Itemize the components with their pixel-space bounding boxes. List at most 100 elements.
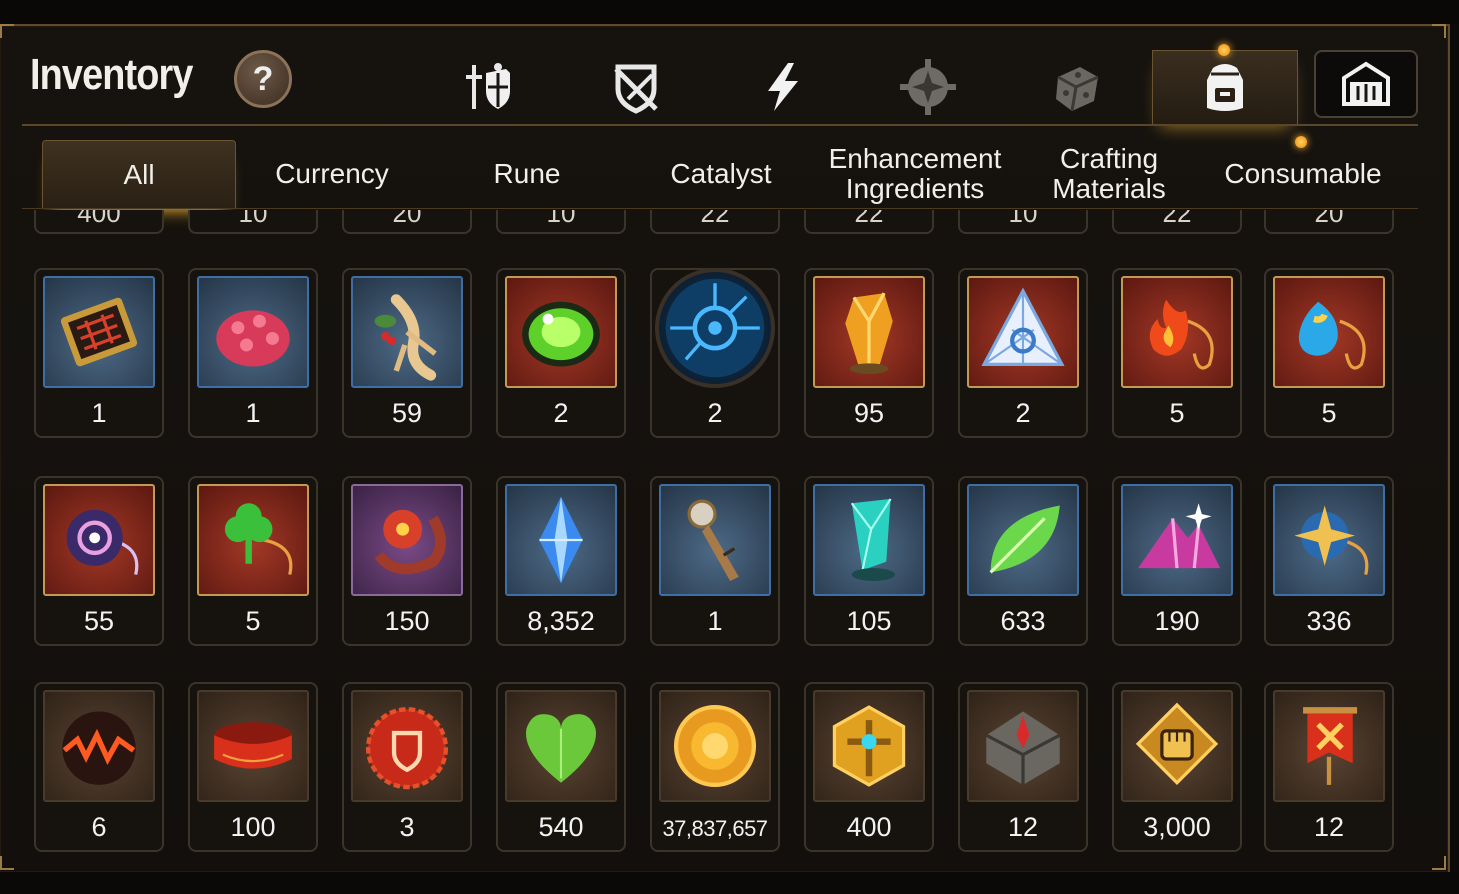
green-leaf-icon <box>967 484 1079 596</box>
subtab-all[interactable]: All <box>42 140 236 209</box>
item-count: 150 <box>384 606 430 636</box>
item-slot[interactable]: 2 <box>496 268 626 438</box>
flower-ring-icon <box>351 484 463 596</box>
panel-corner <box>0 24 14 38</box>
item-count: 95 <box>853 398 885 428</box>
green-heart-icon <box>505 690 617 802</box>
red-seal-icon <box>351 690 463 802</box>
help-button[interactable]: ? <box>234 50 292 108</box>
item-count: 2 <box>1015 398 1031 428</box>
item-count: 20 <box>1314 210 1344 228</box>
item-slot[interactable]: 1 <box>34 268 164 438</box>
triangle-gem-icon <box>967 276 1079 388</box>
item-slot[interactable]: 1 <box>188 268 318 438</box>
item-slot[interactable]: 55 <box>34 476 164 646</box>
item-slot[interactable]: 2 <box>958 268 1088 438</box>
crossed-shield-icon <box>614 64 658 114</box>
tab-emblem[interactable] <box>856 50 1000 124</box>
item-count: 2 <box>707 398 723 428</box>
backpack-icon <box>1207 64 1243 111</box>
item-slot[interactable]: 12 <box>1264 682 1394 852</box>
item-count: 3 <box>399 812 415 842</box>
item-count: 22 <box>854 210 884 228</box>
item-count: 12 <box>1007 812 1039 842</box>
subtab-label: Catalyst <box>670 158 772 189</box>
item-slot[interactable]: 2 <box>650 268 780 438</box>
item-slot[interactable]: 22 <box>1112 210 1242 234</box>
item-slot[interactable]: 3 <box>342 682 472 852</box>
item-slot[interactable]: 12 <box>958 682 1088 852</box>
item-slot[interactable]: 5 <box>188 476 318 646</box>
subtab-enhancement-ingredients[interactable]: Enhancement Ingredients <box>818 140 1012 208</box>
item-slot[interactable]: 10 <box>958 210 1088 234</box>
subtab-consumable[interactable]: Consumable <box>1206 140 1400 208</box>
item-slot[interactable]: 6 <box>34 682 164 852</box>
item-slot[interactable]: 8,352 <box>496 476 626 646</box>
item-slot[interactable]: 540 <box>496 682 626 852</box>
item-slot[interactable]: 59 <box>342 268 472 438</box>
red-bracelet-icon <box>197 690 309 802</box>
subtab-catalyst[interactable]: Catalyst <box>624 140 818 208</box>
item-count: 55 <box>83 606 115 636</box>
red-berry-icon <box>197 276 309 388</box>
item-count: 6 <box>91 812 107 842</box>
tab-castle[interactable] <box>1314 50 1418 118</box>
item-slot[interactable]: 5 <box>1112 268 1242 438</box>
green-orb-icon <box>505 276 617 388</box>
item-count: 12 <box>1313 812 1345 842</box>
tab-equipment[interactable] <box>418 50 562 124</box>
item-count: 540 <box>538 812 584 842</box>
item-slot[interactable]: 100 <box>188 682 318 852</box>
subtab-label: Crafting Materials <box>1052 143 1166 204</box>
subtab-rune[interactable]: Rune <box>430 140 624 208</box>
item-count: 5 <box>1321 398 1337 428</box>
subtab-currency[interactable]: Currency <box>236 140 428 208</box>
item-slot[interactable]: 633 <box>958 476 1088 646</box>
item-slot[interactable]: 190 <box>1112 476 1242 646</box>
item-grid[interactable]: 400 10 20 10 22 22 10 22 20 1 1 59 2 2 9… <box>22 210 1418 862</box>
tab-backpack[interactable] <box>1152 50 1298 125</box>
notification-dot <box>1218 44 1230 56</box>
item-slot[interactable]: 10 <box>188 210 318 234</box>
item-count: 400 <box>77 210 121 228</box>
item-slot[interactable]: 22 <box>804 210 934 234</box>
fist-badge-icon <box>1121 690 1233 802</box>
tab-defense[interactable] <box>564 50 708 124</box>
fire-orb-icon <box>43 690 155 802</box>
tab-dice[interactable] <box>1004 50 1148 124</box>
item-slot[interactable]: 37,837,657 <box>650 682 780 852</box>
item-slot[interactable]: 150 <box>342 476 472 646</box>
tab-skills[interactable] <box>710 50 854 124</box>
water-amulet-icon <box>1273 276 1385 388</box>
subtab-crafting-materials[interactable]: Crafting Materials <box>1014 140 1204 208</box>
item-slot[interactable]: 5 <box>1264 268 1394 438</box>
item-slot[interactable]: 105 <box>804 476 934 646</box>
castle-icon <box>1342 61 1390 106</box>
sword-shield-icon <box>466 63 510 109</box>
item-count: 400 <box>846 812 892 842</box>
item-count: 2 <box>553 398 569 428</box>
pink-dust-icon <box>1121 484 1233 596</box>
dice-icon <box>1056 67 1099 112</box>
fire-amulet-icon <box>1121 276 1233 388</box>
item-slot[interactable]: 20 <box>342 210 472 234</box>
item-slot[interactable]: 1 <box>650 476 780 646</box>
star-amulet-icon <box>1273 484 1385 596</box>
item-count: 20 <box>392 210 422 228</box>
item-count: 100 <box>230 812 276 842</box>
stone-compass-icon <box>967 690 1079 802</box>
item-slot[interactable]: 10 <box>496 210 626 234</box>
item-slot[interactable]: 3,000 <box>1112 682 1242 852</box>
subtab-label: Consumable <box>1224 158 1382 189</box>
item-slot[interactable]: 336 <box>1264 476 1394 646</box>
item-slot[interactable]: 400 <box>804 682 934 852</box>
clover-amulet-icon <box>197 484 309 596</box>
item-slot[interactable]: 20 <box>1264 210 1394 234</box>
item-slot[interactable]: 95 <box>804 268 934 438</box>
cosmic-amulet-icon <box>43 484 155 596</box>
item-count: 1 <box>91 398 107 428</box>
bottom-strip <box>0 872 1459 894</box>
panel-corner <box>1432 856 1446 870</box>
item-slot[interactable]: 22 <box>650 210 780 234</box>
item-slot[interactable]: 400 <box>34 210 164 234</box>
